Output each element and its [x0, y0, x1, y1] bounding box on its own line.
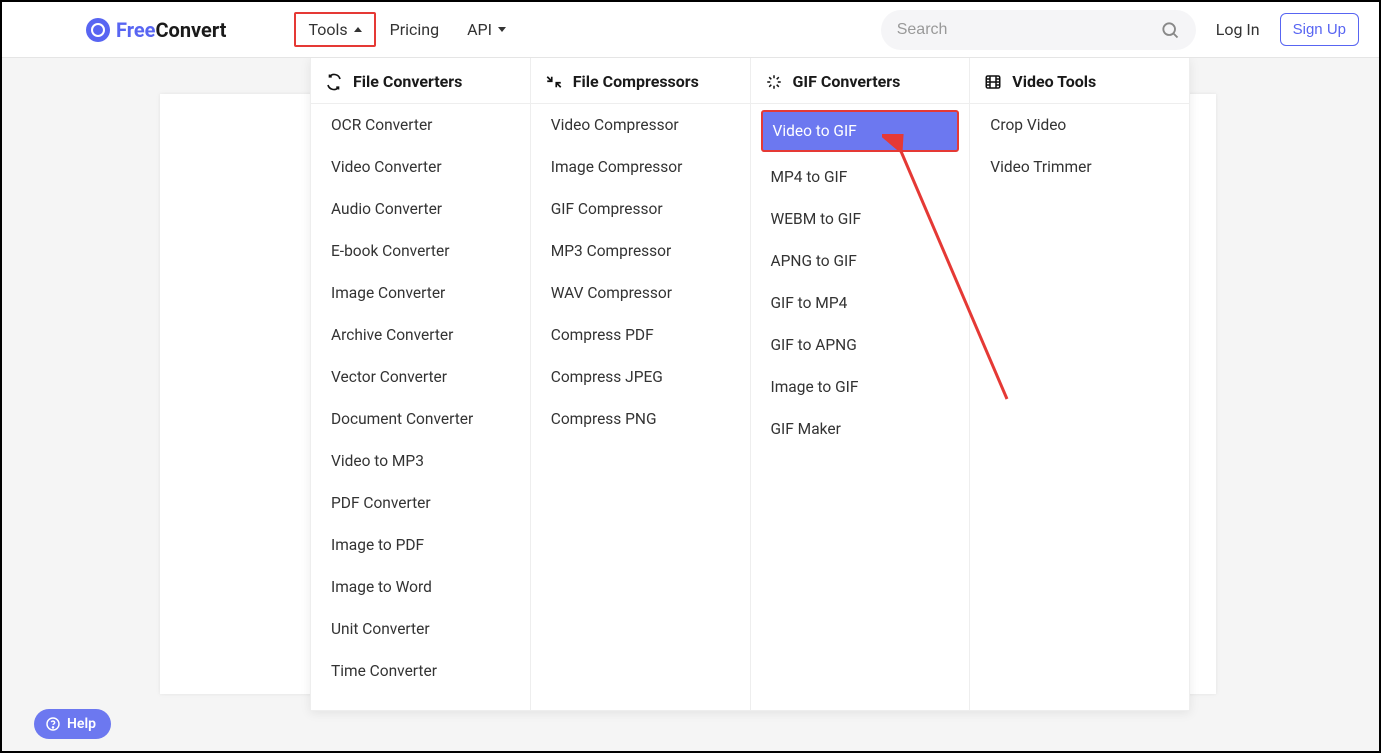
main-nav: Tools Pricing API: [294, 12, 520, 47]
converters-icon: [325, 73, 343, 91]
menu-item-audio-converter[interactable]: Audio Converter: [311, 188, 530, 230]
logo-icon: [86, 18, 110, 42]
video-tools-icon: [984, 73, 1002, 91]
menu-item-image-to-gif[interactable]: Image to GIF: [751, 366, 970, 408]
login-link[interactable]: Log In: [1216, 20, 1260, 39]
menu-item-compress-jpeg[interactable]: Compress JPEG: [531, 356, 750, 398]
menu-item-video-converter[interactable]: Video Converter: [311, 146, 530, 188]
signup-button[interactable]: Sign Up: [1280, 13, 1359, 46]
menu-column-converters: File Converters OCR Converter Video Conv…: [311, 58, 531, 710]
menu-item-video-to-mp3[interactable]: Video to MP3: [311, 440, 530, 482]
menu-item-ocr-converter[interactable]: OCR Converter: [311, 104, 530, 146]
chevron-up-icon: [354, 27, 362, 32]
search-input[interactable]: [897, 21, 1160, 39]
menu-item-document-converter[interactable]: Document Converter: [311, 398, 530, 440]
header: FreeConvert Tools Pricing API Log In Sig…: [2, 2, 1379, 58]
gif-icon: [765, 73, 783, 91]
menu-item-wav-compressor[interactable]: WAV Compressor: [531, 272, 750, 314]
help-label: Help: [67, 716, 96, 732]
menu-item-image-to-pdf[interactable]: Image to PDF: [311, 524, 530, 566]
column-header-compressors: File Compressors: [531, 58, 750, 104]
column-title: File Converters: [353, 72, 462, 91]
menu-item-crop-video[interactable]: Crop Video: [970, 104, 1189, 146]
menu-item-gif-to-mp4[interactable]: GIF to MP4: [751, 282, 970, 324]
search-icon: [1160, 20, 1180, 40]
search-box[interactable]: [881, 10, 1196, 50]
column-title: File Compressors: [573, 72, 699, 91]
compressors-icon: [545, 73, 563, 91]
menu-item-image-converter[interactable]: Image Converter: [311, 272, 530, 314]
help-widget[interactable]: Help: [34, 709, 111, 739]
menu-item-ebook-converter[interactable]: E-book Converter: [311, 230, 530, 272]
menu-item-mp4-to-gif[interactable]: MP4 to GIF: [751, 156, 970, 198]
chevron-down-icon: [498, 27, 506, 32]
nav-api[interactable]: API: [453, 12, 520, 47]
menu-column-gif: GIF Converters Video to GIF MP4 to GIF W…: [751, 58, 971, 710]
menu-item-video-trimmer[interactable]: Video Trimmer: [970, 146, 1189, 188]
column-header-video: Video Tools: [970, 58, 1189, 104]
menu-item-vector-converter[interactable]: Vector Converter: [311, 356, 530, 398]
menu-item-compress-png[interactable]: Compress PNG: [531, 398, 750, 440]
logo-text: FreeConvert: [116, 18, 226, 42]
menu-item-pdf-converter[interactable]: PDF Converter: [311, 482, 530, 524]
menu-item-compress-pdf[interactable]: Compress PDF: [531, 314, 750, 356]
menu-item-archive-converter[interactable]: Archive Converter: [311, 314, 530, 356]
column-title: GIF Converters: [793, 72, 901, 91]
nav-pricing-label: Pricing: [390, 20, 440, 39]
menu-item-time-converter[interactable]: Time Converter: [311, 650, 530, 692]
tools-dropdown: File Converters OCR Converter Video Conv…: [310, 58, 1190, 711]
menu-item-unit-converter[interactable]: Unit Converter: [311, 608, 530, 650]
nav-tools[interactable]: Tools: [294, 12, 375, 47]
menu-column-compressors: File Compressors Video Compressor Image …: [531, 58, 751, 710]
menu-item-image-compressor[interactable]: Image Compressor: [531, 146, 750, 188]
column-header-converters: File Converters: [311, 58, 530, 104]
menu-column-video: Video Tools Crop Video Video Trimmer: [970, 58, 1189, 710]
nav-tools-label: Tools: [308, 20, 347, 39]
header-right: Log In Sign Up: [881, 10, 1359, 50]
menu-item-webm-to-gif[interactable]: WEBM to GIF: [751, 198, 970, 240]
logo[interactable]: FreeConvert: [86, 18, 226, 42]
nav-pricing[interactable]: Pricing: [376, 12, 454, 47]
nav-api-label: API: [467, 20, 492, 39]
menu-item-gif-compressor[interactable]: GIF Compressor: [531, 188, 750, 230]
menu-item-gif-to-apng[interactable]: GIF to APNG: [751, 324, 970, 366]
help-icon: [45, 716, 61, 732]
menu-item-apng-to-gif[interactable]: APNG to GIF: [751, 240, 970, 282]
menu-item-video-compressor[interactable]: Video Compressor: [531, 104, 750, 146]
menu-item-gif-maker[interactable]: GIF Maker: [751, 408, 970, 450]
menu-item-mp3-compressor[interactable]: MP3 Compressor: [531, 230, 750, 272]
menu-item-image-to-word[interactable]: Image to Word: [311, 566, 530, 608]
column-title: Video Tools: [1012, 72, 1096, 91]
column-header-gif: GIF Converters: [751, 58, 970, 104]
menu-item-video-to-gif[interactable]: Video to GIF: [761, 110, 960, 152]
